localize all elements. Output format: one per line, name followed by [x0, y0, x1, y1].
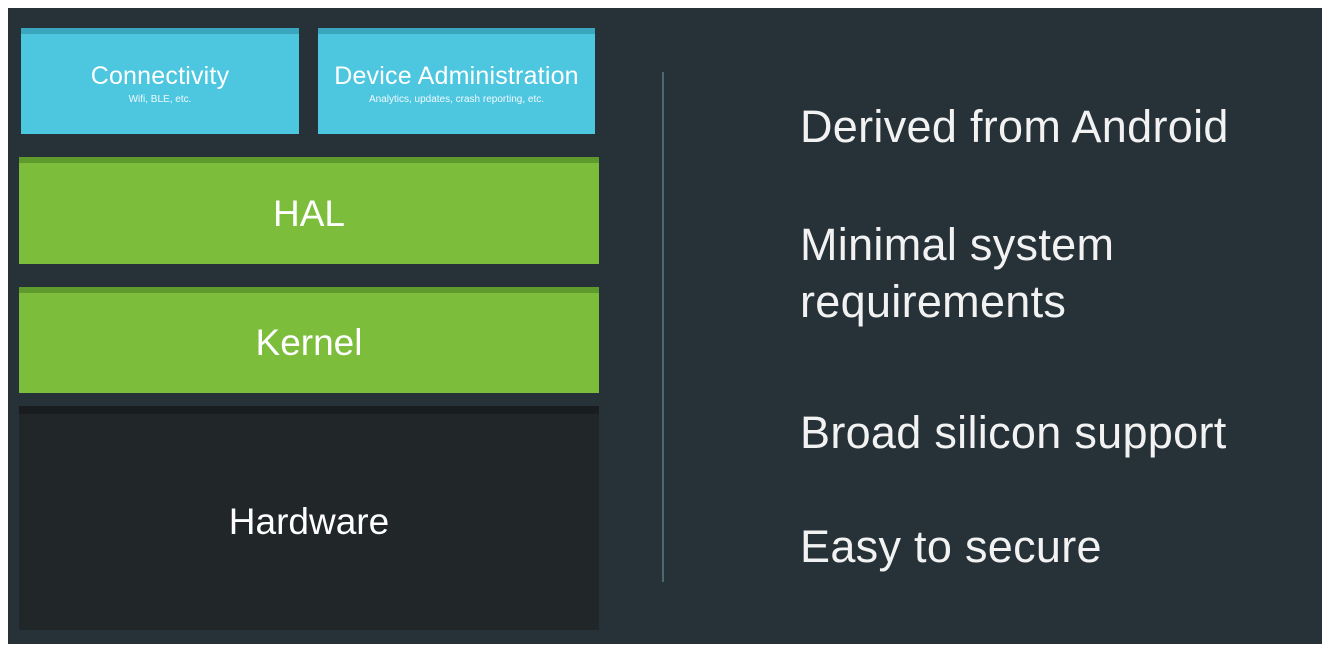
kernel-title: Kernel	[255, 322, 363, 363]
vertical-divider	[662, 72, 664, 582]
hardware-title: Hardware	[228, 501, 390, 542]
connectivity-subtitle: Wifi, BLE, etc.	[128, 94, 192, 105]
device-administration-block: Device Administration Analytics, updates…	[318, 28, 595, 134]
hardware-block: Hardware	[19, 406, 599, 630]
hal-block: HAL	[19, 157, 599, 264]
feature-item: Derived from Android	[800, 101, 1229, 152]
device-administration-title: Device Administration	[334, 62, 579, 90]
connectivity-block: Connectivity Wifi, BLE, etc.	[21, 28, 299, 134]
hal-title: HAL	[273, 192, 345, 234]
slide: Connectivity Wifi, BLE, etc. Device Admi…	[8, 8, 1322, 644]
feature-item: Minimal system requirements	[800, 219, 1115, 327]
feature-item: Broad silicon support	[800, 407, 1227, 458]
kernel-block: Kernel	[19, 287, 599, 393]
device-administration-subtitle: Analytics, updates, crash reporting, etc…	[368, 94, 545, 105]
connectivity-title: Connectivity	[90, 62, 230, 90]
feature-item: Easy to secure	[800, 521, 1102, 572]
